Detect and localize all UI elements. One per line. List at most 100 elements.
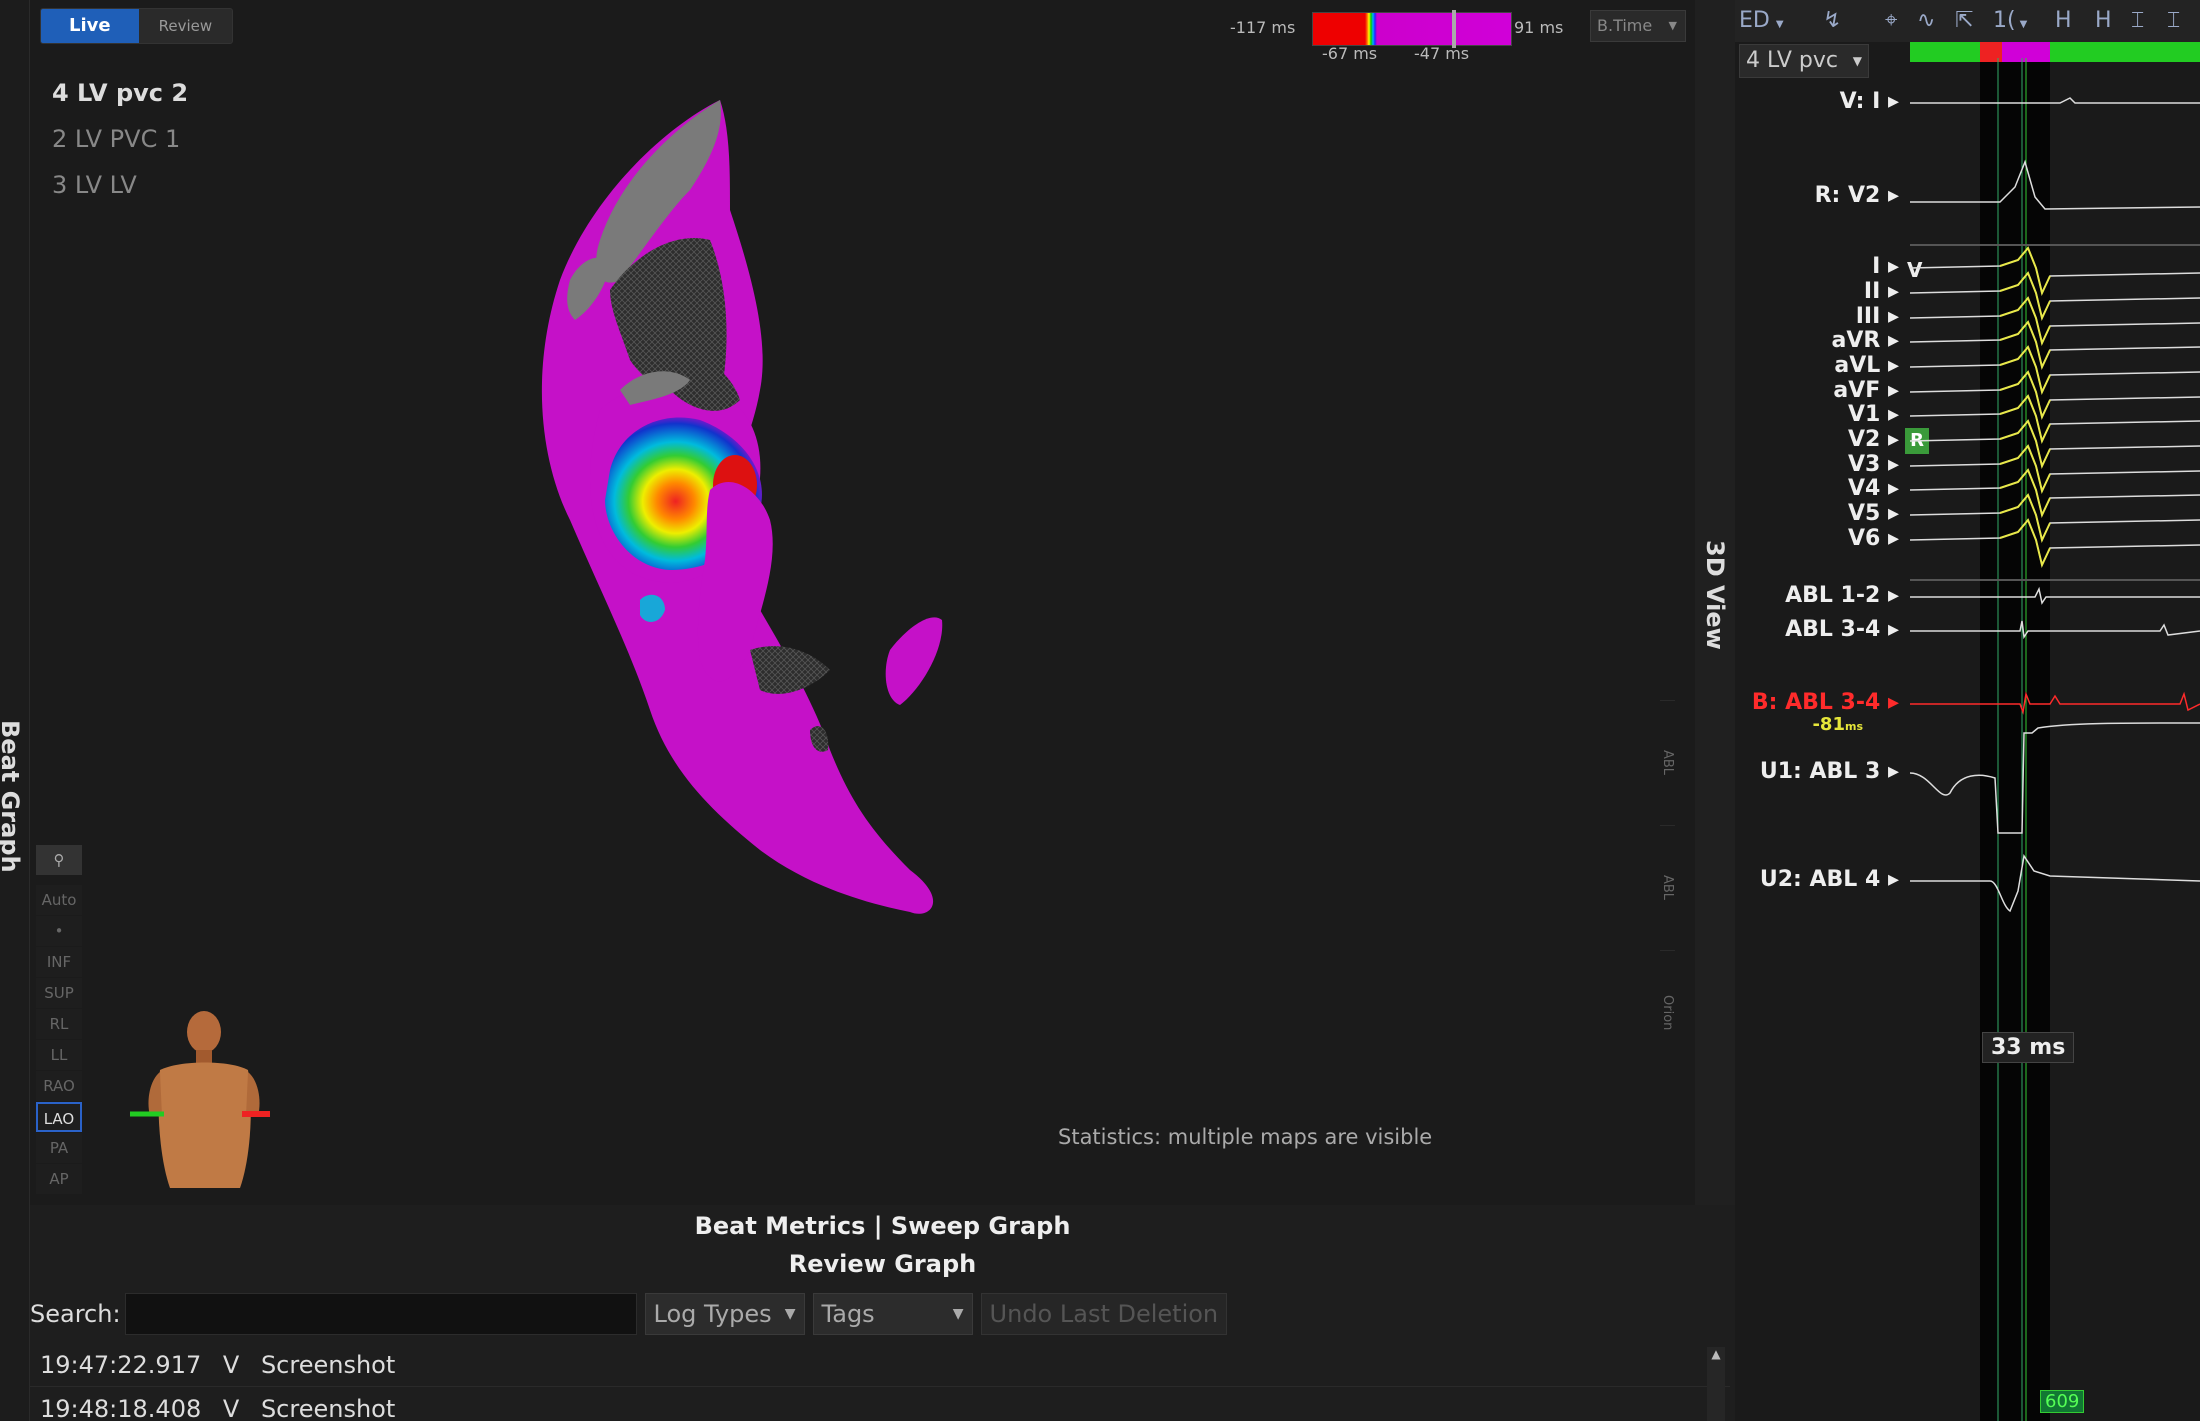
log-type: V — [222, 1351, 240, 1379]
egm-channel-label[interactable]: II ▸ — [1864, 279, 1899, 304]
log-time: 19:47:22.917 — [40, 1351, 202, 1379]
chevron-down-icon: ▼ — [784, 1306, 796, 1322]
egm-channel-label[interactable]: B: ABL 3-4 ▸ — [1752, 690, 1899, 715]
tags-dropdown[interactable]: Tags ▼ — [812, 1293, 973, 1335]
3d-view-strip[interactable]: 3D View — [1695, 0, 1735, 1205]
view-button-ll[interactable]: LL — [36, 1040, 82, 1070]
egm-channel-label[interactable]: V4 ▸ — [1848, 476, 1899, 501]
caliper-cross-icon[interactable]: ⌶ — [2167, 6, 2180, 36]
side-tab-orion[interactable]: Orion — [1660, 950, 1675, 1075]
side-tab-abl-1[interactable]: ABL — [1660, 700, 1675, 825]
egm-window-band — [1980, 58, 2050, 1421]
egm-trace — [1910, 296, 2200, 346]
sweep-speed-select[interactable]: 1(▼ — [1993, 6, 2027, 36]
bottom-panel: Beat Metrics | Sweep Graph Review Graph … — [30, 1205, 1735, 1421]
caliper-vertical-icon[interactable]: ⌶ — [2131, 6, 2144, 36]
chevron-down-icon: ▼ — [952, 1306, 964, 1322]
view-button-ap[interactable]: AP — [36, 1164, 82, 1194]
beat-count-badge: 609 — [2040, 1390, 2085, 1413]
review-graph-header[interactable]: Review Graph — [30, 1245, 1735, 1283]
egm-timeline-bar[interactable] — [1910, 42, 2200, 62]
view-button-sup[interactable]: SUP — [36, 978, 82, 1008]
egm-channel-label[interactable]: V1 ▸ — [1848, 402, 1899, 427]
statistics-message: Statistics: multiple maps are visible — [1058, 1125, 1433, 1149]
egm-trace — [1910, 586, 2200, 605]
egm-channel-label[interactable]: R: V2 ▸ — [1815, 183, 1899, 208]
egm-channel-label[interactable]: U1: ABL 3 ▸ — [1760, 759, 1899, 784]
lat-value: -81ms — [1812, 714, 1863, 735]
log-time: 19:48:18.408 — [40, 1395, 202, 1421]
tab-live[interactable]: Live — [41, 9, 139, 43]
egm-trace — [1910, 246, 2200, 296]
waveform-tool-icon[interactable]: ∿ — [1917, 6, 1935, 36]
egm-trace — [1910, 854, 2200, 913]
map-item-lv-pvc-2[interactable]: 4 LV pvc 2 — [52, 70, 188, 116]
egm-channel-label[interactable]: I ▸ — [1872, 254, 1899, 279]
view-button-rao[interactable]: RAO — [36, 1071, 82, 1101]
egm-channel-label[interactable]: aVF ▸ — [1833, 378, 1899, 403]
view-button-rl[interactable]: RL — [36, 1009, 82, 1039]
egm-trace — [1910, 468, 2200, 518]
egm-trace-area[interactable] — [1910, 42, 2200, 1421]
map-type-select-value: B.Time — [1597, 16, 1653, 35]
tags-label: Tags — [821, 1300, 875, 1328]
view-button-dot[interactable]: • — [36, 916, 82, 946]
colorbar-marker[interactable] — [1452, 10, 1456, 48]
view-button-lao[interactable]: LAO — [36, 1102, 82, 1132]
egm-channel-label[interactable]: V2 ▸ — [1848, 427, 1899, 452]
log-row[interactable]: 19:47:22.917 V Screenshot — [30, 1343, 1730, 1387]
3d-view-title[interactable]: 3D View — [1701, 540, 1729, 650]
egm-channel-label[interactable]: U2: ABL 4 ▸ — [1760, 867, 1899, 892]
measure-tool-icon[interactable]: ⇱ — [1955, 6, 1973, 36]
orientation-torso-icon[interactable] — [130, 1010, 270, 1190]
beat-metrics-header[interactable]: Beat Metrics | Sweep Graph — [30, 1207, 1735, 1245]
log-types-dropdown[interactable]: Log Types ▼ — [644, 1293, 805, 1335]
view-button-pa[interactable]: PA — [36, 1133, 82, 1163]
egm-channel-label[interactable]: V6 ▸ — [1848, 526, 1899, 551]
side-tab-abl-2[interactable]: ABL — [1660, 825, 1675, 950]
egm-channel-labels: V: I ▸ R: V2 ▸ I ▸ II ▸ III ▸ aVR ▸ aVL ▸ aVF ▸… — [1735, 0, 1929, 1421]
egm-channel-label[interactable]: ABL 3-4 ▸ — [1785, 617, 1899, 642]
egm-channel-label[interactable]: V5 ▸ — [1848, 501, 1899, 526]
view-button-auto[interactable]: Auto — [36, 885, 82, 915]
egm-trace — [1910, 493, 2200, 543]
caliper-left-icon[interactable]: H — [2055, 6, 2072, 36]
heart-mesh-region-3 — [750, 646, 830, 694]
egm-panel: ED ▼ ↯ ⌖ ∿ ⇱ 1(▼ H H ⌶ ⌶ 4 LV pvc ▼ V: I … — [1735, 0, 2200, 1421]
egm-channel-label[interactable]: ABL 1-2 ▸ — [1785, 583, 1899, 608]
map-item-lv-lv[interactable]: 3 LV LV — [52, 162, 188, 208]
egm-trace — [1910, 345, 2200, 395]
map-type-select[interactable]: B.Time ▼ — [1590, 10, 1686, 42]
search-input[interactable] — [124, 1293, 637, 1335]
colorbar-gradient[interactable] — [1312, 12, 1512, 46]
chevron-down-icon: ▼ — [1668, 19, 1677, 32]
3d-view-panel[interactable]: Live Review 4 LV pvc 2 2 LV PVC 1 3 LV L… — [30, 0, 1695, 1205]
caliper-right-icon[interactable]: H — [2095, 6, 2112, 36]
log-row[interactable]: 19:48:18.408 V Screenshot — [30, 1387, 1730, 1421]
log-scrollbar[interactable]: ▲ — [1707, 1347, 1725, 1421]
undo-last-deletion-button[interactable]: Undo Last Deletion — [980, 1293, 1228, 1335]
search-label: Search: — [30, 1300, 121, 1328]
egm-channel-label[interactable]: aVL ▸ — [1834, 353, 1899, 378]
egm-timeline-early[interactable] — [1980, 42, 2002, 62]
log-list: 19:47:22.917 V Screenshot 19:48:18.408 V… — [30, 1343, 1730, 1421]
scroll-up-icon[interactable]: ▲ — [1707, 1347, 1725, 1361]
log-types-label: Log Types — [653, 1300, 772, 1328]
beat-graph-title[interactable]: Beat Graph — [0, 720, 24, 873]
map-item-lv-pvc-1[interactable]: 2 LV PVC 1 — [52, 116, 188, 162]
egm-channel-label[interactable]: V: I ▸ — [1840, 89, 1899, 114]
beat-graph-collapsed-panel[interactable]: Beat Graph — [0, 0, 30, 1421]
tab-review[interactable]: Review — [139, 9, 233, 43]
map-list: 4 LV pvc 2 2 LV PVC 1 3 LV LV — [52, 70, 188, 208]
egm-channel-label[interactable]: V3 ▸ — [1848, 452, 1899, 477]
egm-channel-label[interactable]: aVR ▸ — [1831, 328, 1899, 353]
heart-3d-model[interactable] — [430, 90, 1130, 1020]
log-type: V — [222, 1395, 240, 1421]
egm-trace — [1910, 620, 2200, 640]
pin-tool-button[interactable]: ⚲ — [36, 845, 82, 875]
egm-channel-label[interactable]: III ▸ — [1856, 304, 1899, 329]
egm-trace — [1910, 370, 2200, 420]
interval-measurement: 33 ms — [1982, 1032, 2075, 1063]
view-button-inf[interactable]: INF — [36, 947, 82, 977]
egm-trace — [1910, 722, 2200, 834]
